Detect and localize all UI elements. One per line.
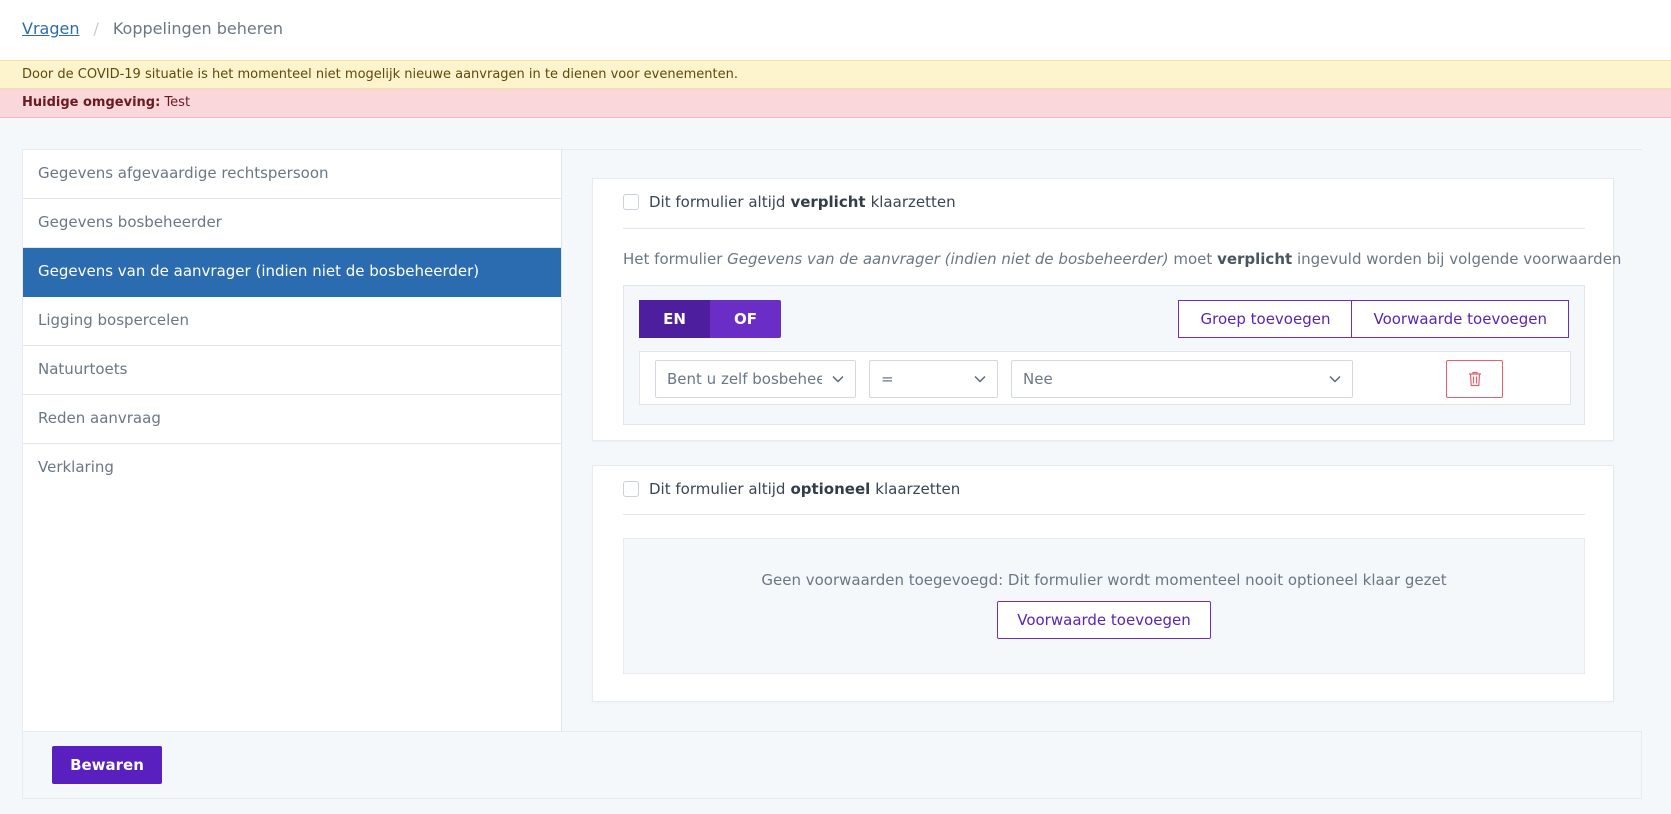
optional-check-row: Dit formulier altijd optioneel klaarzett… <box>623 480 960 498</box>
question-select[interactable]: Bent u zelf bosbeheerder? <box>655 360 856 398</box>
mandatory-check-row: Dit formulier altijd verplicht klaarzett… <box>623 193 956 211</box>
environment-label: Huidige omgeving: <box>22 95 161 110</box>
en-of-toggle: EN OF <box>639 300 781 338</box>
add-optional-condition-button[interactable]: Voorwaarde toevoegen <box>997 601 1211 639</box>
toggle-of[interactable]: OF <box>710 300 781 338</box>
form-sidebar: Gegevens afgevaardige rechtspersoon Gege… <box>23 150 562 731</box>
mandatory-check-prefix: Dit formulier altijd <box>649 193 786 211</box>
condition-row: Bent u zelf bosbeheerder? = Nee <box>639 351 1571 405</box>
covid-alert: Door de COVID-19 situatie is het momente… <box>0 60 1671 89</box>
optional-check-prefix: Dit formulier altijd <box>649 480 786 498</box>
sidebar-item-natuurtoets[interactable]: Natuurtoets <box>23 346 561 395</box>
sidebar-item-reden[interactable]: Reden aanvraag <box>23 395 561 444</box>
add-condition-button[interactable]: Voorwaarde toevoegen <box>1352 300 1569 338</box>
conditions-description: Het formulier Gegevens van de aanvrager … <box>623 250 1621 268</box>
value-select[interactable]: Nee <box>1011 360 1353 398</box>
optional-panel: Dit formulier altijd optioneel klaarzett… <box>592 465 1614 702</box>
top-bar: Vragen / Koppelingen beheren <box>0 0 1671 60</box>
add-group-button[interactable]: Groep toevoegen <box>1178 300 1353 338</box>
question-select-value: Bent u zelf bosbeheerder? <box>667 370 822 388</box>
optional-check-bold: optioneel <box>790 480 871 498</box>
chevron-down-icon <box>974 375 986 383</box>
sidebar-item-ligging[interactable]: Ligging bospercelen <box>23 297 561 346</box>
group-actions: Groep toevoegen Voorwaarde toevoegen <box>1178 300 1569 338</box>
divider <box>623 228 1585 229</box>
chevron-down-icon <box>1329 375 1341 383</box>
breadcrumb-separator: / <box>93 19 99 38</box>
cond-mid: moet <box>1173 250 1213 268</box>
condition-group: EN OF Groep toevoegen Voorwaarde toevoeg… <box>623 285 1585 425</box>
footer: Bewaren <box>23 731 1641 798</box>
sidebar-item-aanvrager[interactable]: Gegevens van de aanvrager (indien niet d… <box>23 248 561 297</box>
optional-checkbox[interactable] <box>623 481 639 497</box>
empty-conditions-box: Geen voorwaarden toegevoegd: Dit formuli… <box>623 538 1585 674</box>
breadcrumb: Vragen / Koppelingen beheren <box>22 19 283 38</box>
breadcrumb-link-vragen[interactable]: Vragen <box>22 19 79 38</box>
chevron-down-icon <box>832 375 844 383</box>
sidebar-item-verklaring[interactable]: Verklaring <box>23 444 561 493</box>
sidebar-item-bosbeheerder[interactable]: Gegevens bosbeheerder <box>23 199 561 248</box>
cond-prefix: Het formulier <box>623 250 723 268</box>
toggle-en[interactable]: EN <box>639 300 710 338</box>
mandatory-check-bold: verplicht <box>790 193 866 211</box>
save-button[interactable]: Bewaren <box>52 746 162 784</box>
operator-select-value: = <box>881 370 894 388</box>
main-card: Gegevens afgevaardige rechtspersoon Gege… <box>22 149 1642 799</box>
empty-conditions-text: Geen voorwaarden toegevoegd: Dit formuli… <box>761 571 1447 589</box>
content-area: Dit formulier altijd verplicht klaarzett… <box>562 150 1642 731</box>
environment-alert: Huidige omgeving: Test <box>0 89 1671 118</box>
delete-condition-button[interactable] <box>1446 360 1503 398</box>
cond-form-name: Gegevens van de aanvrager (indien niet d… <box>727 250 1169 268</box>
environment-value: Test <box>164 95 191 110</box>
covid-alert-text: Door de COVID-19 situatie is het momente… <box>22 67 738 82</box>
mandatory-panel: Dit formulier altijd verplicht klaarzett… <box>592 178 1621 441</box>
operator-select[interactable]: = <box>869 360 998 398</box>
mandatory-checkbox[interactable] <box>623 194 639 210</box>
value-select-value: Nee <box>1023 370 1053 388</box>
breadcrumb-current: Koppelingen beheren <box>112 19 283 38</box>
divider <box>623 514 1585 515</box>
cond-suffix: ingevuld worden bij volgende voorwaarden <box>1296 250 1622 268</box>
trash-icon <box>1468 371 1481 387</box>
sidebar-item-afgevaardige[interactable]: Gegevens afgevaardige rechtspersoon <box>23 150 561 199</box>
cond-bold: verplicht <box>1217 250 1293 268</box>
optional-check-suffix: klaarzetten <box>875 480 961 498</box>
mandatory-check-suffix: klaarzetten <box>870 193 956 211</box>
